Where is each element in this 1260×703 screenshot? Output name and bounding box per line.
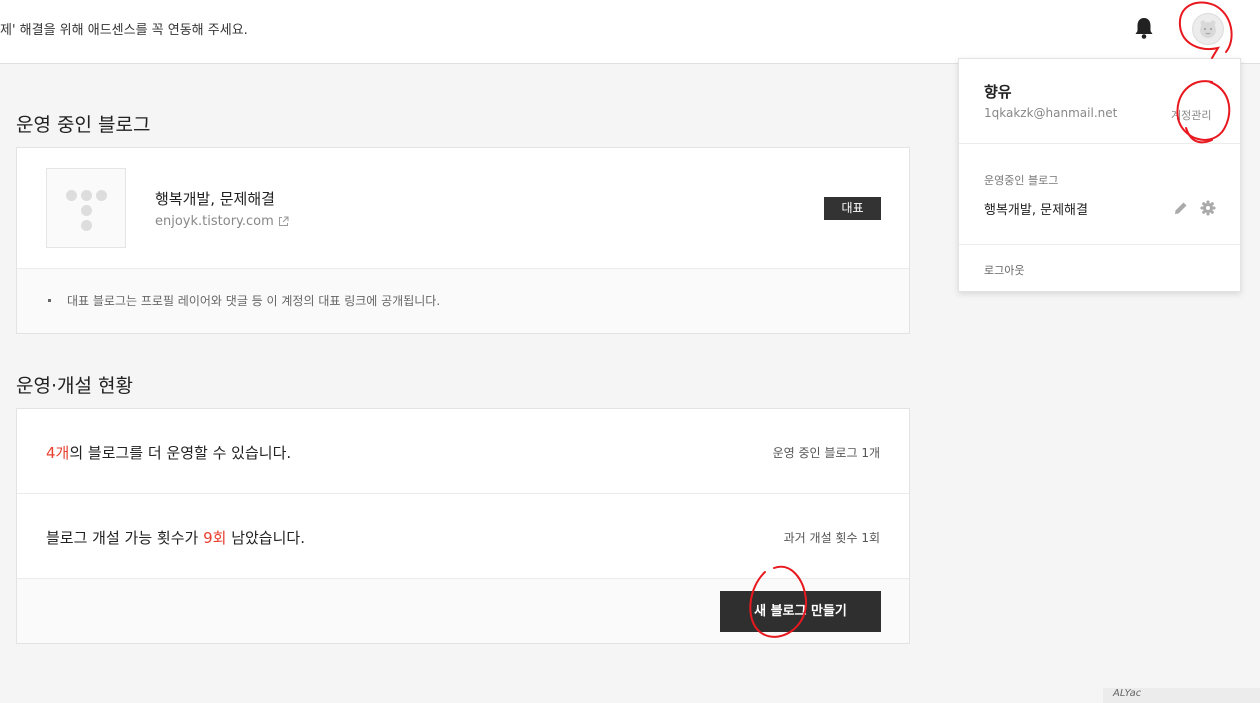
blog-url: enjoyk.tistory.com (155, 214, 274, 229)
logout-link[interactable]: 로그아웃 (984, 262, 1024, 278)
status-title: 운영·개설 현황 (16, 375, 133, 397)
bell-icon[interactable] (1133, 16, 1155, 40)
running-blog-card: 행복개발, 문제해결 enjoyk.tistory.com 대표 대표 블로그는… (16, 147, 910, 334)
remaining-creations-count: 9회 (203, 529, 227, 547)
representative-note: 대표 블로그는 프로필 레이어와 댓글 등 이 계정의 대표 링크에 공개됩니다… (67, 294, 441, 308)
adsense-notice[interactable]: 제' 해결을 위해 애드센스를 꼭 연동해 주세요. (0, 19, 248, 38)
alyac-corner-label: ALYac (1103, 688, 1260, 703)
blog-thumbnail[interactable] (46, 168, 126, 248)
remaining-creations-prefix: 블로그 개설 가능 횟수가 (46, 529, 204, 547)
remaining-creations-text: 블로그 개설 가능 횟수가 9회 남았습니다. (46, 527, 305, 548)
blog-url-link[interactable]: enjoyk.tistory.com (155, 214, 289, 229)
external-link-icon (278, 216, 289, 226)
remaining-blogs-label: 의 블로그를 더 운영할 수 있습니다. (69, 444, 292, 462)
top-bar: 제' 해결을 위해 애드센스를 꼭 연동해 주세요. (0, 0, 1260, 64)
blog-name[interactable]: 행복개발, 문제해결 (155, 188, 275, 209)
divider (959, 244, 1240, 245)
account-settings-link[interactable]: 계정관리 (1171, 107, 1211, 123)
blog-note: 대표 블로그는 프로필 레이어와 댓글 등 이 계정의 대표 링크에 공개됩니다… (17, 269, 909, 333)
status-card: 4개의 블로그를 더 운영할 수 있습니다. 운영 중인 블로그 1개 블로그 … (16, 408, 910, 644)
user-name: 향유 (984, 83, 1012, 101)
user-email: 1qkakzk@hanmail.net (984, 106, 1118, 120)
remaining-blogs-row: 4개의 블로그를 더 운영할 수 있습니다. 운영 중인 블로그 1개 (17, 409, 909, 494)
bullet (48, 299, 51, 302)
past-creation-count: 과거 개설 횟수 1회 (783, 531, 880, 545)
avatar-icon (1200, 20, 1216, 38)
remaining-creations-suffix: 남았습니다. (226, 529, 305, 547)
running-blog-label: 운영중인 블로그 (984, 174, 1059, 187)
account-dropdown: 향유 1qkakzk@hanmail.net 계정관리 운영중인 블로그 행복개… (958, 58, 1241, 292)
create-blog-button[interactable]: 새 블로그 만들기 (720, 591, 881, 632)
remaining-blogs-text: 4개의 블로그를 더 운영할 수 있습니다. (46, 442, 291, 463)
blog-item: 행복개발, 문제해결 enjoyk.tistory.com 대표 (17, 148, 909, 269)
pencil-icon[interactable] (1173, 200, 1189, 216)
remaining-creations-row: 블로그 개설 가능 횟수가 9회 남았습니다. 과거 개설 횟수 1회 (17, 494, 909, 579)
gear-icon[interactable] (1200, 200, 1216, 216)
divider (959, 143, 1240, 144)
create-row: 새 블로그 만들기 (17, 579, 909, 643)
dropdown-blog-link[interactable]: 행복개발, 문제해결 (984, 199, 1088, 218)
running-blog-count: 운영 중인 블로그 1개 (772, 446, 880, 460)
representative-badge: 대표 (824, 197, 881, 220)
running-blogs-title: 운영 중인 블로그 (16, 114, 151, 136)
remaining-blogs-count: 4개 (46, 444, 70, 462)
avatar-button[interactable] (1192, 13, 1224, 45)
